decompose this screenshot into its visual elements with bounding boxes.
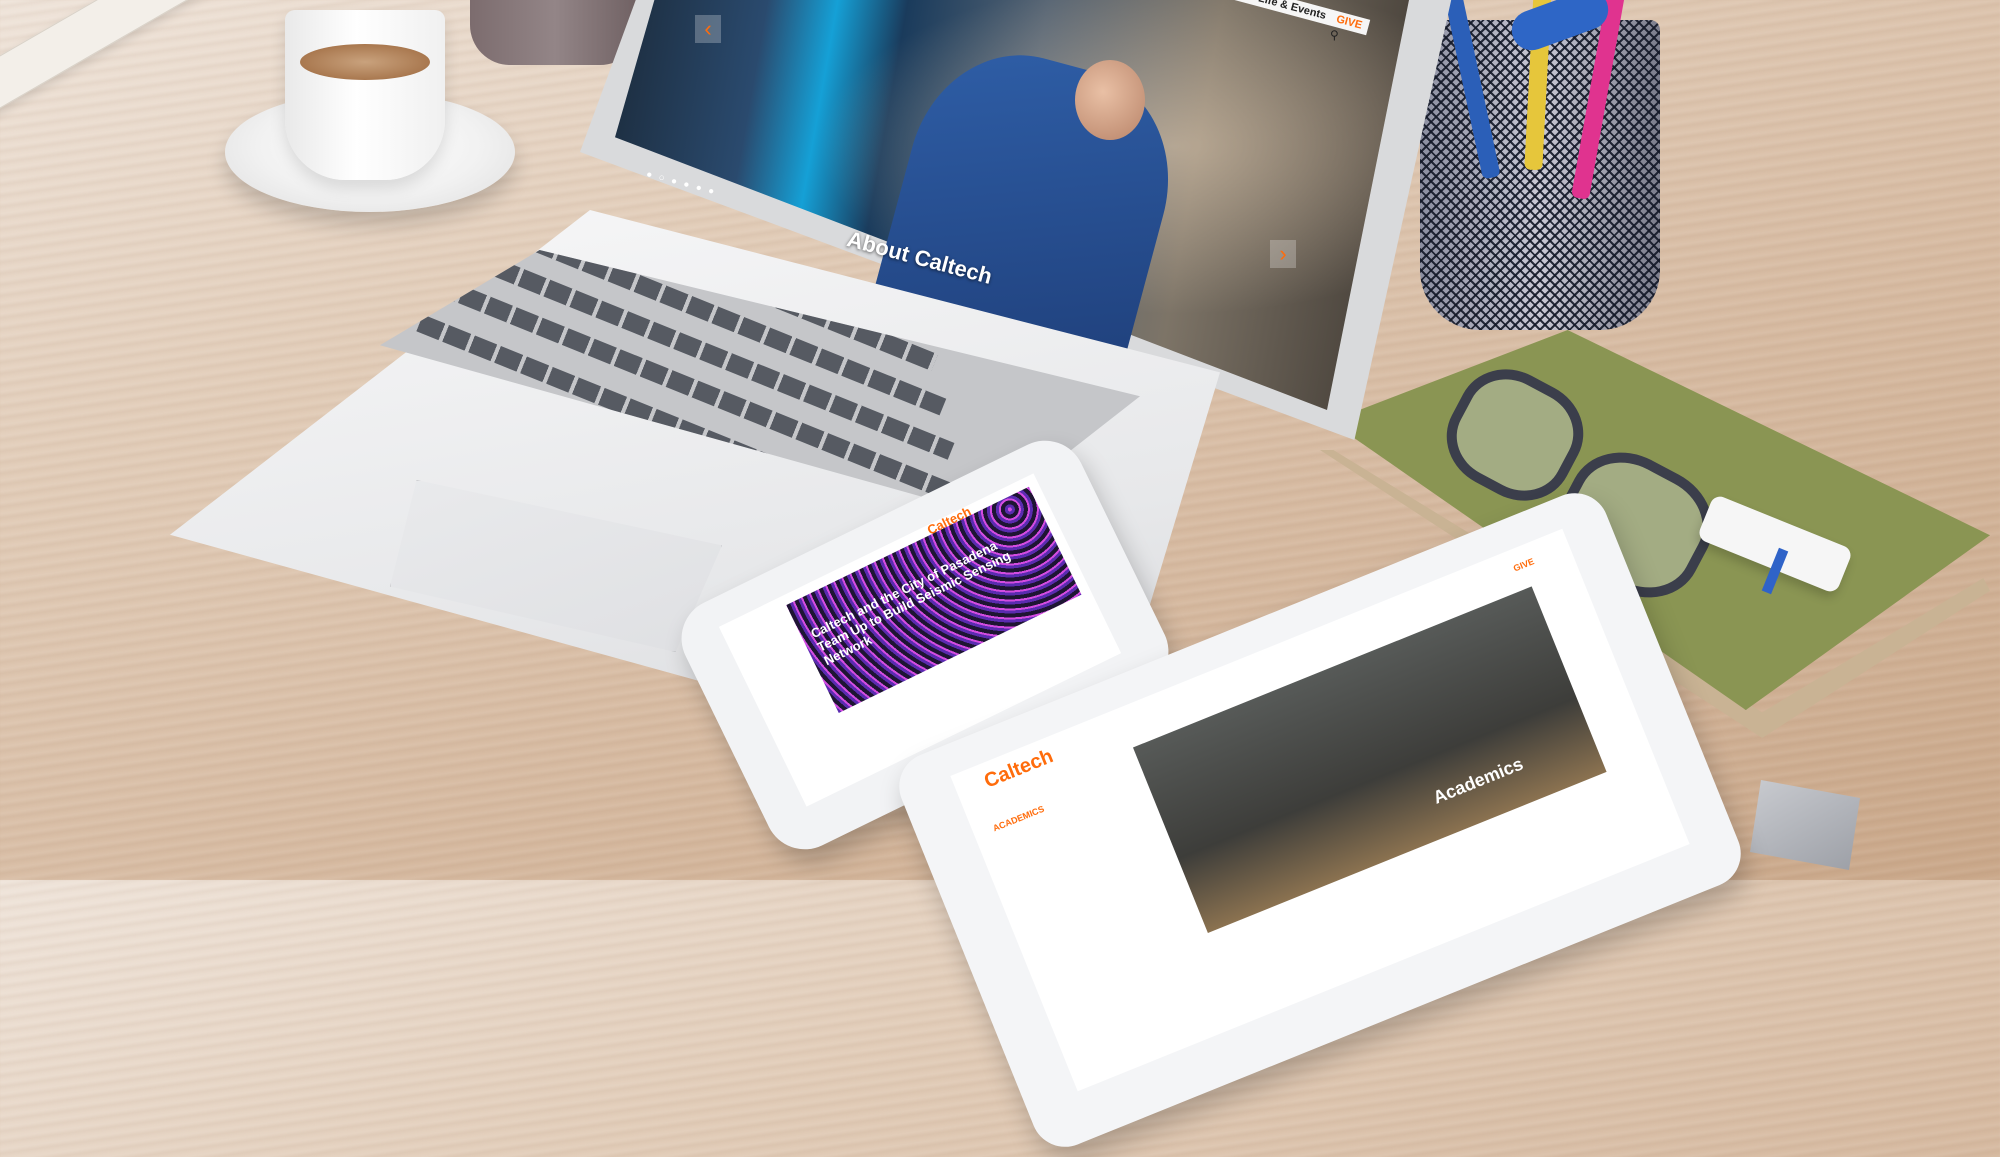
tablet-section-label: ACADEMICS bbox=[991, 803, 1046, 834]
pencil-sharpener bbox=[1750, 780, 1860, 870]
mug bbox=[470, 0, 640, 65]
chevron-right-icon[interactable]: › bbox=[1270, 240, 1296, 268]
tablet-hero-title: Academics bbox=[1430, 753, 1526, 808]
search-icon[interactable]: ⚲ bbox=[1330, 28, 1339, 42]
tablet-hero-image: Academics bbox=[1132, 586, 1607, 933]
coffee-cup bbox=[285, 10, 445, 180]
scientist-head bbox=[1075, 60, 1145, 140]
coffee bbox=[300, 44, 430, 80]
chevron-left-icon[interactable]: ‹ bbox=[695, 15, 721, 43]
tablet-give-link[interactable]: GIVE bbox=[1512, 556, 1536, 573]
pencil-cup bbox=[1420, 0, 1660, 330]
pen-blue bbox=[1437, 0, 1501, 180]
